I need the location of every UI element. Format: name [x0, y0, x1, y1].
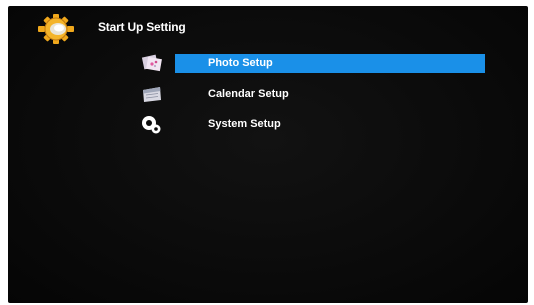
gear-icon	[38, 13, 78, 45]
calendar-icon	[140, 84, 164, 104]
photo-icon	[140, 53, 164, 73]
tv-screen: Start Up Setting Photo Setup Calendar Se…	[8, 6, 528, 303]
menu-item-photo-setup[interactable]: Photo Setup	[140, 53, 485, 73]
menu-item-label: Calendar Setup	[208, 88, 289, 100]
header: Start Up Setting	[8, 6, 528, 46]
menu-item-system-setup[interactable]: System Setup	[140, 114, 485, 134]
menu-item-label: System Setup	[208, 118, 281, 130]
menu-item-label: Photo Setup	[208, 57, 273, 69]
system-gears-icon	[140, 114, 164, 134]
page-title: Start Up Setting	[98, 20, 186, 34]
menu-item-calendar-setup[interactable]: Calendar Setup	[140, 84, 485, 104]
